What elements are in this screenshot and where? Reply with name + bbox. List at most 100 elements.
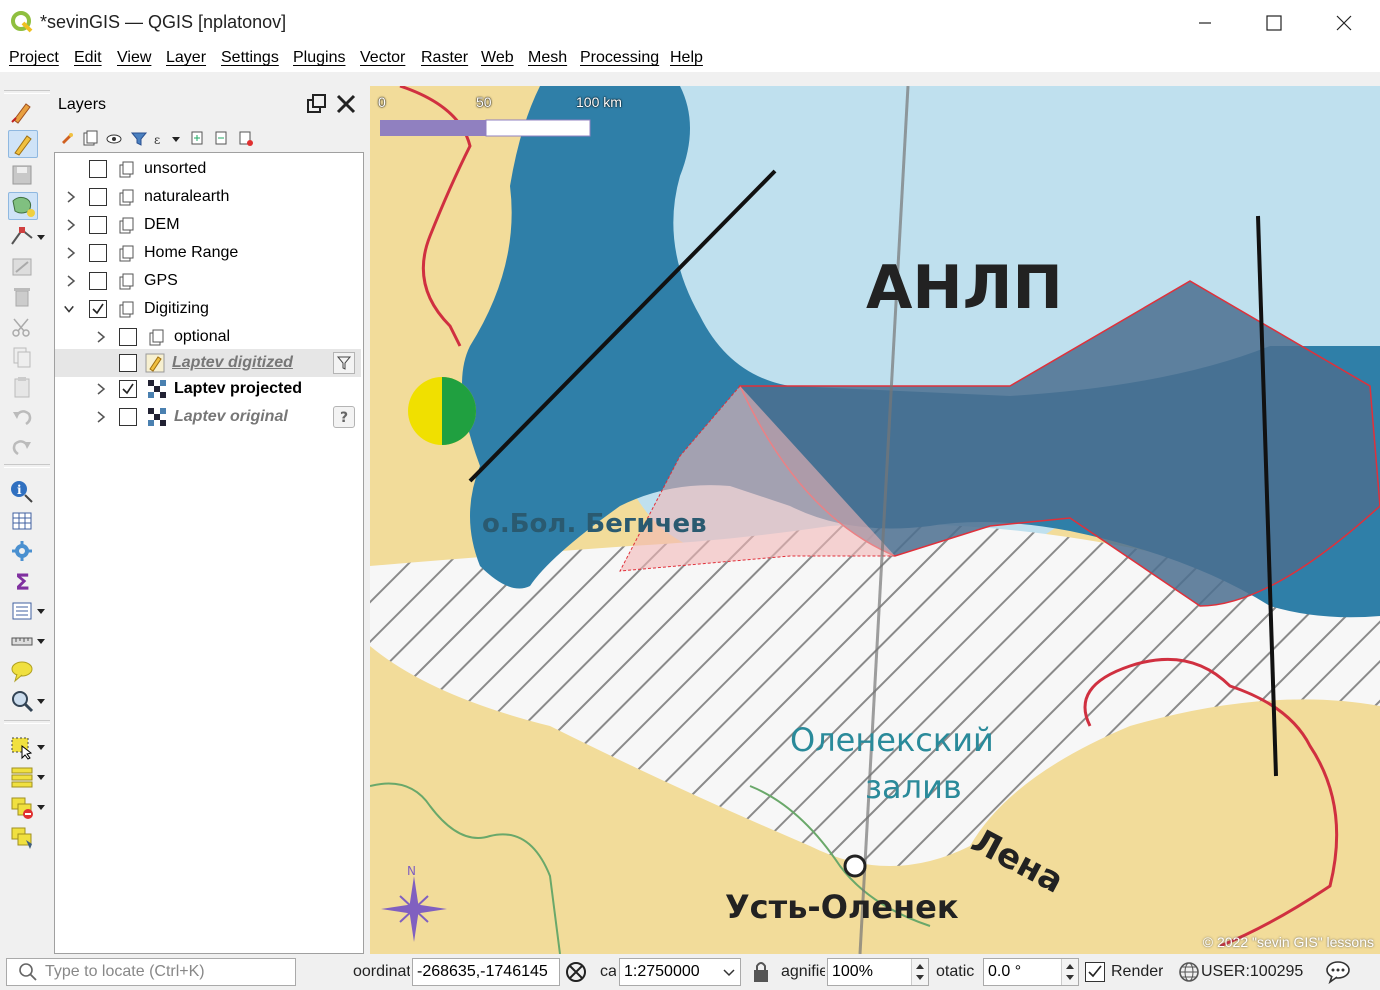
save-edits-button[interactable]	[8, 162, 36, 188]
map-tips-dropdown[interactable]	[36, 598, 46, 624]
scale-combobox[interactable]: 1:2750000	[619, 958, 741, 986]
rotation-field[interactable]: 0.0 °	[983, 958, 1079, 986]
layer-filter-button[interactable]	[333, 352, 355, 374]
close-panel-button[interactable]	[334, 92, 358, 116]
layer-visibility-checkbox[interactable]	[89, 160, 107, 178]
layer-visibility-checkbox[interactable]	[89, 216, 107, 234]
layer-visibility-checkbox[interactable]	[119, 354, 137, 372]
close-window-button[interactable]	[1320, 8, 1366, 38]
select-dropdown[interactable]	[36, 734, 46, 760]
menu-edit[interactable]: Edit	[74, 49, 102, 67]
toggle-editing-button[interactable]	[8, 130, 38, 158]
select-features-button[interactable]	[8, 734, 36, 760]
select-by-attribute-button[interactable]	[8, 764, 36, 790]
map-label-island: о.Бол. Бегичев	[482, 509, 707, 539]
menu-settings[interactable]: Settings	[221, 49, 279, 67]
map-canvas[interactable]: АНЛП о.Бол. Бегичев Оленекский залив Лен…	[370, 86, 1380, 954]
measure-line-button[interactable]	[8, 628, 36, 654]
menu-mesh[interactable]: Mesh	[528, 49, 567, 67]
magnifier-field[interactable]: 100%	[827, 958, 929, 986]
map-drawing: АНЛП о.Бол. Бегичев Оленекский залив Лен…	[370, 86, 1380, 954]
expand-arrow-icon[interactable]	[95, 382, 107, 396]
menu-layer[interactable]: Layer	[166, 49, 206, 67]
maximize-button[interactable]	[1250, 8, 1296, 38]
map-navigation-dropdown[interactable]	[36, 688, 46, 714]
lock-scale-icon[interactable]	[751, 960, 771, 984]
cut-features-button[interactable]	[8, 314, 36, 340]
layer-visibility-checkbox[interactable]	[89, 272, 107, 290]
redo-button[interactable]	[8, 434, 36, 460]
menu-web[interactable]: Web	[481, 49, 514, 67]
layer-row-digitizing[interactable]: Digitizing	[55, 295, 361, 323]
menu-plugins[interactable]: Plugins	[293, 49, 345, 67]
expand-arrow-icon[interactable]	[95, 410, 107, 424]
layer-row-laptev-projected[interactable]: Laptev projected	[55, 375, 361, 403]
layer-visibility-checkbox[interactable]	[119, 328, 137, 346]
menu-raster[interactable]: Raster	[421, 49, 468, 67]
layer-row-laptev-original[interactable]: Laptev original ?	[55, 403, 361, 431]
map-navigation-button[interactable]	[8, 688, 36, 714]
select-by-location-button[interactable]	[8, 824, 36, 850]
layer-visibility-checkbox[interactable]	[89, 244, 107, 262]
expand-arrow-icon[interactable]	[65, 274, 77, 288]
map-tips-button[interactable]	[8, 598, 36, 624]
locator-search-input[interactable]: Type to locate (Ctrl+K)	[6, 958, 296, 986]
messages-icon[interactable]	[1325, 960, 1351, 984]
layer-visibility-checkbox[interactable]	[119, 408, 137, 426]
vertex-tool-button[interactable]	[8, 224, 36, 250]
identify-features-button[interactable]: i	[8, 478, 36, 504]
menu-processing[interactable]: Processing	[580, 49, 659, 67]
modify-attributes-button[interactable]	[8, 254, 36, 280]
deselect-dropdown[interactable]	[36, 794, 46, 820]
ruler-icon	[11, 637, 33, 646]
select-by-attribute-dropdown[interactable]	[36, 764, 46, 790]
globe-icon[interactable]	[1178, 961, 1200, 983]
minimize-button[interactable]	[1182, 8, 1228, 38]
expand-arrow-icon[interactable]	[65, 190, 77, 204]
undo-button[interactable]	[8, 404, 36, 430]
copy-features-button[interactable]	[8, 344, 36, 370]
current-edits-button[interactable]	[8, 98, 36, 124]
layer-row-home-range[interactable]: Home Range	[55, 239, 361, 267]
layer-visibility-checkbox[interactable]	[89, 188, 107, 206]
menu-project[interactable]: Project	[9, 49, 59, 67]
dropdown-arrow-icon	[172, 137, 180, 142]
expand-arrow-icon[interactable]	[95, 330, 107, 344]
menu-help[interactable]: Help	[670, 49, 703, 67]
rotation-spinner[interactable]	[1061, 959, 1078, 985]
open-attribute-table-button[interactable]	[8, 508, 36, 534]
layer-row-unsorted[interactable]: unsorted	[55, 155, 361, 183]
delete-selected-button[interactable]	[8, 284, 36, 310]
text-annotation-button[interactable]	[8, 658, 36, 684]
layer-row-optional[interactable]: optional	[55, 323, 361, 351]
scale-label: ca	[600, 963, 616, 980]
expand-arrow-icon[interactable]	[65, 218, 77, 232]
menu-view[interactable]: View	[117, 49, 151, 67]
deselect-features-button[interactable]	[8, 794, 36, 820]
menu-vector[interactable]: Vector	[360, 49, 405, 67]
layer-row-dem[interactable]: DEM	[55, 211, 361, 239]
unknown-crs-button[interactable]: ?	[333, 406, 355, 428]
layer-row-naturalearth[interactable]: naturalearth	[55, 183, 361, 211]
layer-row-gps[interactable]: GPS	[55, 267, 361, 295]
crs-label[interactable]: USER:100295	[1201, 963, 1303, 981]
measure-dropdown[interactable]	[36, 628, 46, 654]
layer-visibility-checkbox[interactable]	[119, 380, 137, 398]
vertex-tool-dropdown[interactable]	[36, 224, 46, 250]
statistical-summary-button[interactable]: Σ	[8, 568, 36, 596]
rotation-label: otatic	[936, 963, 975, 980]
undock-panel-button[interactable]	[304, 92, 328, 116]
layer-row-laptev-digitized[interactable]: Laptev digitized	[55, 349, 361, 377]
magnifier-spinner[interactable]	[911, 959, 928, 985]
layer-visibility-checkbox[interactable]	[89, 300, 107, 318]
save-icon	[12, 165, 32, 185]
paste-features-button[interactable]	[8, 374, 36, 400]
expand-arrow-icon[interactable]	[65, 246, 77, 260]
render-checkbox[interactable]	[1085, 962, 1105, 982]
processing-toolbox-button[interactable]	[8, 538, 36, 564]
toolbar-handle	[4, 90, 50, 94]
coordinate-field[interactable]: -268635,-1746145	[412, 958, 560, 986]
collapse-arrow-icon[interactable]	[63, 302, 75, 316]
toggle-extents-icon[interactable]	[563, 959, 589, 985]
digitize-polygon-button[interactable]	[8, 192, 38, 220]
